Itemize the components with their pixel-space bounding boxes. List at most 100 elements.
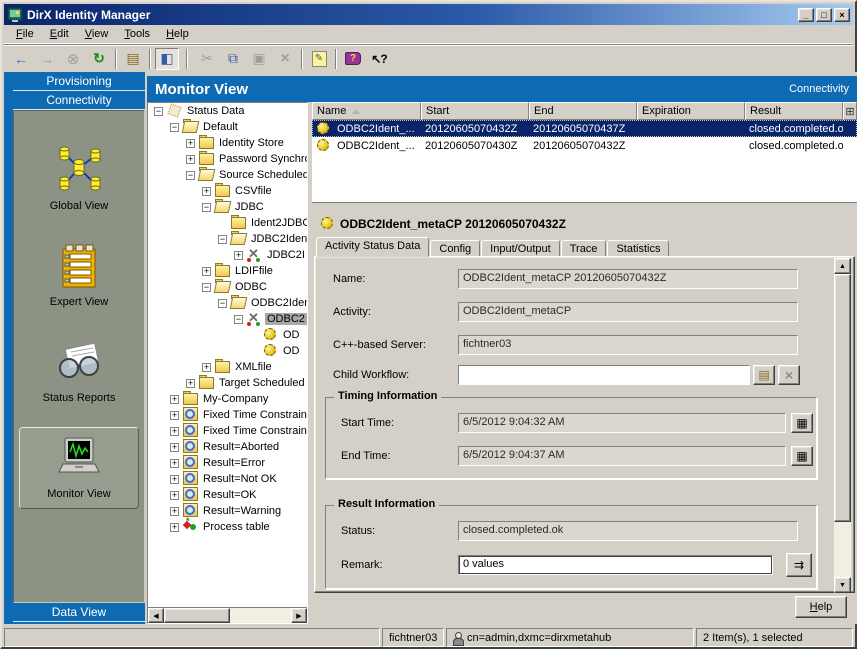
child-workflow-clear-button[interactable]: × [778, 365, 800, 385]
tree-node-label[interactable]: My-Company [201, 393, 270, 405]
child-workflow-field[interactable] [458, 365, 750, 385]
tree-node[interactable]: +Result=OK [148, 487, 307, 503]
menu-tools[interactable]: Tools [116, 26, 158, 42]
tree-node[interactable]: + My-Company [148, 391, 307, 407]
form-vertical-scrollbar[interactable]: ▲ ▼ [834, 258, 851, 593]
forward-button[interactable]: → [35, 48, 59, 70]
tree-node[interactable]: +*Process table [148, 519, 307, 535]
tree-node-label[interactable]: Result=Aborted [201, 441, 281, 453]
expand-icon[interactable]: + [234, 251, 243, 260]
menu-help[interactable]: Help [158, 26, 197, 42]
tree-node-label[interactable]: Identity Store [217, 137, 286, 149]
tree-node-label[interactable]: Fixed Time Constraint1 [201, 425, 308, 437]
expand-icon[interactable]: + [202, 363, 211, 372]
remark-values-button[interactable]: ⇉ [786, 553, 812, 577]
tree-node-label[interactable]: Result=Error [201, 457, 267, 469]
tree-node[interactable]: −ODBC2 [148, 311, 307, 327]
tree-node-label[interactable]: CSVfile [233, 185, 274, 197]
tree-node-label[interactable]: Ident2JDBC [249, 217, 308, 229]
tree-node[interactable]: −ODBC [148, 279, 307, 295]
column-header-result[interactable]: Result [745, 102, 843, 120]
expand-icon[interactable]: + [186, 139, 195, 148]
tree-node-label[interactable]: ODBC2Iden [249, 297, 308, 309]
tree-node[interactable]: + LDIFfile [148, 263, 307, 279]
tree-node-label[interactable]: Process table [201, 521, 272, 533]
tree-node[interactable]: +Target Scheduled [148, 375, 307, 391]
tree-node[interactable]: + JDBC2I [148, 247, 307, 263]
tree-node-label[interactable]: ODBC2 [265, 313, 307, 325]
tree-node[interactable]: +Result=Not OK [148, 471, 307, 487]
scrollbar-track[interactable] [230, 608, 291, 623]
tree-node[interactable]: OD [148, 343, 307, 359]
cut-button[interactable]: ✂ [195, 48, 219, 70]
expand-icon[interactable]: + [170, 507, 179, 516]
tab-input-output[interactable]: Input/Output [481, 240, 560, 257]
scrollbar-track[interactable] [834, 522, 851, 577]
maximize-button[interactable]: □ [816, 8, 832, 22]
tree-node[interactable]: − ODBC2Iden [148, 295, 307, 311]
tree-node[interactable]: −Default [148, 119, 307, 135]
end-time-calendar-button[interactable]: ▦ [791, 446, 813, 466]
collapse-icon[interactable]: − [202, 203, 211, 212]
tree-node-label[interactable]: JDBC [233, 201, 266, 213]
sidebar-item-status-reports[interactable]: Status Reports [19, 331, 139, 413]
collapse-icon[interactable]: − [154, 107, 163, 116]
tree-node[interactable]: − Source Scheduled [148, 167, 307, 183]
tab-activity-status-data[interactable]: Activity Status Data [316, 237, 429, 257]
table-detail-splitter[interactable] [312, 202, 857, 209]
delete-button[interactable]: × [273, 48, 297, 70]
tree-node[interactable]: + Result=Warning [148, 503, 307, 519]
child-workflow-properties-button[interactable]: ▤ [753, 365, 775, 385]
menu-view[interactable]: View [77, 26, 117, 42]
collapse-icon[interactable]: − [218, 299, 227, 308]
tree-node-label[interactable]: XMLfile [233, 361, 274, 373]
tree-node[interactable]: + CSVfile [148, 183, 307, 199]
scrollbar-thumb[interactable] [164, 608, 230, 623]
tree-node[interactable]: − JDBC [148, 199, 307, 215]
tree-node-label[interactable]: Source Scheduled [217, 169, 308, 181]
expand-icon[interactable]: + [202, 267, 211, 276]
column-header-end[interactable]: End [529, 102, 637, 120]
expand-icon[interactable]: + [170, 491, 179, 500]
tree-node[interactable]: + Identity Store [148, 135, 307, 151]
tree-node-label[interactable]: Password Synchron [217, 153, 308, 165]
tree-node[interactable]: +Password Synchron [148, 151, 307, 167]
back-button[interactable]: ← [9, 48, 33, 70]
notes-button[interactable]: ✎ [307, 48, 331, 70]
help-button[interactable]: Help [795, 596, 847, 618]
tree-node-label[interactable]: JDBC2Iden [249, 233, 308, 245]
expand-icon[interactable]: + [170, 395, 179, 404]
minimize-button[interactable]: _ [798, 8, 814, 22]
tree-node[interactable]: − JDBC2Iden [148, 231, 307, 247]
table-row[interactable]: ODBC2Ident_...20120605070430Z20120605070… [312, 137, 857, 154]
tree-node-label[interactable]: JDBC2I [265, 249, 307, 261]
tree-node-label[interactable]: Result=Warning [201, 505, 283, 517]
tab-trace[interactable]: Trace [561, 240, 607, 257]
tree-node[interactable]: + XMLfile [148, 359, 307, 375]
expand-icon[interactable]: + [170, 523, 179, 532]
close-button[interactable]: × [834, 8, 850, 22]
tree-node[interactable]: + Result=Aborted [148, 439, 307, 455]
tree-node[interactable]: + Result=Error [148, 455, 307, 471]
scroll-left-button[interactable]: ◀ [148, 608, 164, 623]
expand-icon[interactable]: + [170, 459, 179, 468]
menu-file[interactable]: File [8, 26, 42, 42]
tree-node[interactable]: +Fixed Time Constraint [148, 407, 307, 423]
column-chooser-button[interactable]: ⊞ [843, 102, 857, 120]
tree-node-label[interactable]: Fixed Time Constraint [201, 409, 308, 421]
scroll-right-button[interactable]: ▶ [291, 608, 307, 623]
context-help-button[interactable]: ↖? [367, 48, 391, 70]
tab-config[interactable]: Config [430, 240, 480, 257]
expand-icon[interactable]: + [186, 379, 195, 388]
tree-node-label[interactable]: ODBC [233, 281, 269, 293]
scroll-up-button[interactable]: ▲ [834, 258, 851, 274]
refresh-button[interactable]: ↻ [87, 48, 111, 70]
collapse-icon[interactable]: − [218, 235, 227, 244]
stop-button[interactable]: ⊗ [61, 48, 85, 70]
tree-node-label[interactable]: LDIFfile [233, 265, 275, 277]
expand-icon[interactable]: + [202, 187, 211, 196]
expand-icon[interactable]: + [170, 475, 179, 484]
expand-icon[interactable]: + [170, 443, 179, 452]
collapse-icon[interactable]: − [186, 171, 195, 180]
table-row[interactable]: ODBC2Ident_...20120605070432Z20120605070… [312, 120, 857, 137]
